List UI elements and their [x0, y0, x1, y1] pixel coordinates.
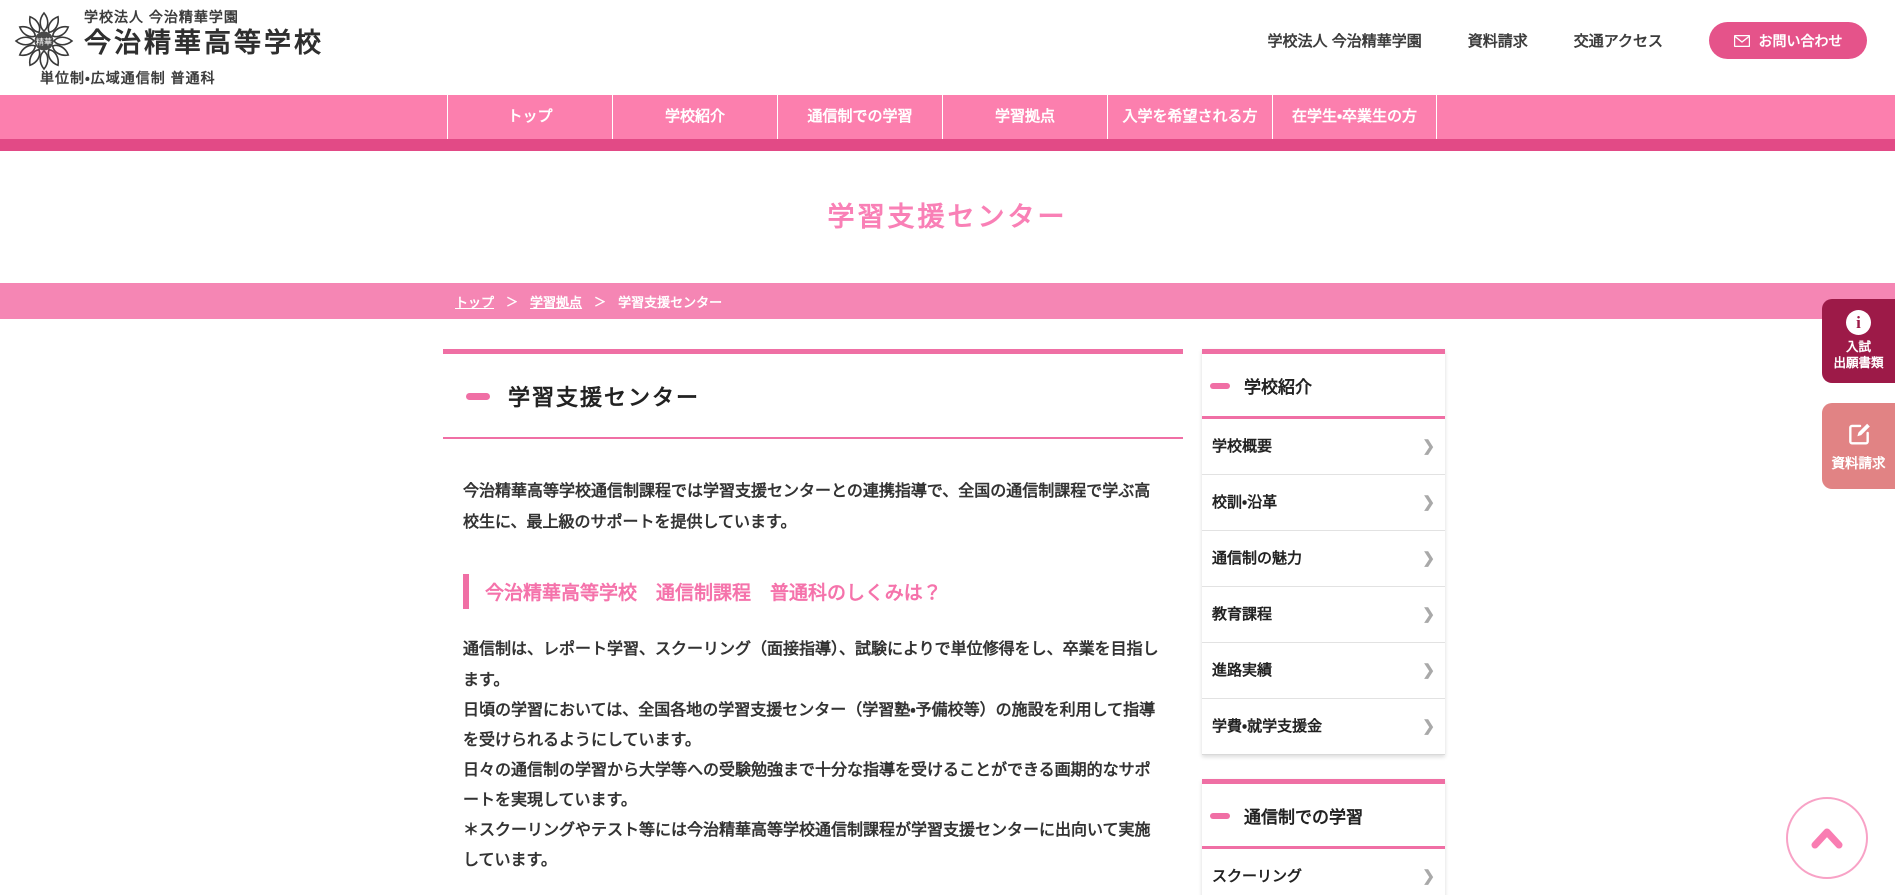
pencil-square-icon: [1848, 423, 1870, 445]
header-utility-nav: 学校法人 今治精華学園 資料請求 交通アクセス お問い合わせ: [1268, 22, 1867, 59]
dash-icon: [466, 392, 490, 400]
paragraph: 通信制は、レポート学習、スクーリング（面接指導）、試験によりで単位修得をし、卒業…: [463, 641, 1159, 689]
article-body: 今治精華高等学校通信制課程では学習支援センターとの連携指導で、全国の通信制課程で…: [443, 477, 1183, 895]
global-nav: トップ 学校紹介 通信制での学習 学習拠点 入学を希望される方 在学生・卒業生の…: [0, 95, 1895, 139]
sidebar-item-label: 通信制の魅力: [1212, 550, 1303, 567]
info-icon: i: [1846, 310, 1871, 336]
util-link-gakuen[interactable]: 学校法人 今治精華学園: [1268, 30, 1422, 51]
sidebar-section-header: 学校紹介: [1202, 354, 1445, 419]
nav-item-top[interactable]: トップ: [447, 95, 612, 139]
breadcrumb: トップ ＞ 学習拠点 ＞ 学習支援センター: [0, 283, 1895, 319]
article-subheading: 今治精華高等学校 通信制課程 普通科のしくみは？: [463, 574, 1163, 610]
intro-paragraph: 今治精華高等学校通信制課程では学習支援センターとの連携指導で、全国の通信制課程で…: [463, 483, 1151, 531]
nav-item-prospective-students[interactable]: 入学を希望される方: [1107, 95, 1272, 139]
logo-school-name: 今治精華高等学校: [84, 28, 324, 58]
nav-item-current-students[interactable]: 在学生・卒業生の方: [1272, 95, 1437, 139]
sidebar-item-label: 進路実績: [1212, 662, 1273, 679]
article-heading: 学習支援センター: [508, 385, 701, 410]
chevron-up-icon: [1811, 828, 1843, 849]
sidebar-section-school-intro: 学校紹介 学校概要 ❯ 校訓・沿革 ❯ 通信制の魅力 ❯ 教育課程 ❯ 進路実績…: [1202, 349, 1445, 755]
global-nav-menu: トップ 学校紹介 通信制での学習 学習拠点 入学を希望される方 在学生・卒業生の…: [447, 95, 1437, 139]
dash-icon: [1210, 382, 1230, 389]
article-heading-box: 学習支援センター: [443, 349, 1183, 439]
sidebar-item-label: 学校概要: [1212, 438, 1273, 455]
paragraph: 日頃の学習においては、全国各地の学習支援センター（学習塾・予備校等）の施設を利用…: [463, 701, 1156, 749]
nav-accent-strip: [0, 139, 1895, 151]
sidebar-item-schooling[interactable]: スクーリング ❯: [1202, 849, 1445, 895]
sidebar-item-correspondence-appeal[interactable]: 通信制の魅力 ❯: [1202, 531, 1445, 587]
breadcrumb-link-top[interactable]: トップ: [455, 292, 494, 311]
sidebar-section-title: 学校紹介: [1244, 378, 1312, 397]
sidebar-item-tuition-support[interactable]: 学費・就学支援金 ❯: [1202, 699, 1445, 755]
util-link-shiryo[interactable]: 資料請求: [1468, 30, 1528, 51]
sidebar-item-label: 校訓・沿革: [1212, 494, 1278, 511]
chevron-right-icon: ❯: [1422, 438, 1435, 455]
page: 精華 学校法人 今治精華学園 今治精華高等学校 単位制・広域通信制 普通科 学校…: [0, 0, 1895, 895]
title-area: 学習支援センター: [0, 151, 1895, 283]
contact-button-label: お問い合わせ: [1758, 32, 1843, 49]
flower-logo-icon: 精華: [14, 11, 74, 71]
sidebar-section-title: 通信制での学習: [1244, 808, 1363, 827]
article: 学習支援センター 今治精華高等学校通信制課程では学習支援センターとの連携指導で、…: [443, 349, 1183, 895]
logo-mark-kanji: 精華: [36, 37, 52, 47]
nav-item-correspondence-learning[interactable]: 通信制での学習: [777, 95, 942, 139]
sidebar-item-label: 教育課程: [1212, 606, 1273, 623]
util-link-access[interactable]: 交通アクセス: [1574, 30, 1663, 51]
sidebar-item-career-results[interactable]: 進路実績 ❯: [1202, 643, 1445, 699]
sidebar: 学校紹介 学校概要 ❯ 校訓・沿革 ❯ 通信制の魅力 ❯ 教育課程 ❯ 進路実績…: [1202, 349, 1445, 895]
chevron-right-icon: ❯: [1422, 868, 1435, 885]
materials-request-button[interactable]: 資料請求: [1822, 403, 1895, 489]
sidebar-section-header: 通信制での学習: [1202, 784, 1445, 849]
sidebar-section-correspondence-learning: 通信制での学習 スクーリング ❯: [1202, 779, 1445, 895]
page-title: 学習支援センター: [827, 202, 1068, 232]
breadcrumb-separator: ＞: [506, 294, 519, 309]
breadcrumb-separator: ＞: [594, 294, 607, 309]
sidebar-item-label: 学費・就学支援金: [1212, 718, 1323, 735]
materials-request-label: 資料請求: [1831, 456, 1886, 471]
logo-organization: 学校法人 今治精華学園: [84, 9, 239, 25]
sidebar-item-school-overview[interactable]: 学校概要 ❯: [1202, 419, 1445, 475]
chevron-right-icon: ❯: [1422, 550, 1435, 567]
school-logo[interactable]: 精華 学校法人 今治精華学園 今治精華高等学校: [14, 7, 324, 71]
sidebar-item-motto-history[interactable]: 校訓・沿革 ❯: [1202, 475, 1445, 531]
chevron-right-icon: ❯: [1422, 718, 1435, 735]
logo-texts: 学校法人 今治精華学園 今治精華高等学校: [84, 7, 324, 59]
nav-item-learning-bases[interactable]: 学習拠点: [942, 95, 1107, 139]
header: 精華 学校法人 今治精華学園 今治精華高等学校 単位制・広域通信制 普通科 学校…: [0, 0, 1895, 95]
scroll-to-top-button[interactable]: [1786, 797, 1868, 879]
breadcrumb-current: 学習支援センター: [618, 294, 723, 310]
exam-documents-label: 入試 出願書類: [1833, 340, 1884, 370]
exam-documents-button[interactable]: i 入試 出願書類: [1822, 299, 1895, 383]
breadcrumb-link-learning-bases[interactable]: 学習拠点: [530, 292, 582, 311]
nav-item-school-intro[interactable]: 学校紹介: [612, 95, 777, 139]
sidebar-item-label: スクーリング: [1212, 868, 1303, 885]
chevron-right-icon: ❯: [1422, 606, 1435, 623]
paragraph: ＊スクーリングやテスト等には今治精華高等学校通信制課程が学習支援センターに出向い…: [463, 821, 1151, 869]
body-paragraphs: 通信制は、レポート学習、スクーリング（面接指導）、試験によりで単位修得をし、卒業…: [463, 635, 1163, 876]
chevron-right-icon: ❯: [1422, 494, 1435, 511]
dash-icon: [1210, 812, 1230, 819]
paragraph: 日々の通信制の学習から大学等への受験勉強まで十分な指導を受けることができる画期的…: [463, 761, 1151, 809]
logo-subtitle: 単位制・広域通信制 普通科: [40, 70, 216, 86]
contact-button[interactable]: お問い合わせ: [1709, 22, 1867, 59]
sidebar-item-curriculum[interactable]: 教育課程 ❯: [1202, 587, 1445, 643]
chevron-right-icon: ❯: [1422, 662, 1435, 679]
mail-icon: [1733, 34, 1750, 47]
